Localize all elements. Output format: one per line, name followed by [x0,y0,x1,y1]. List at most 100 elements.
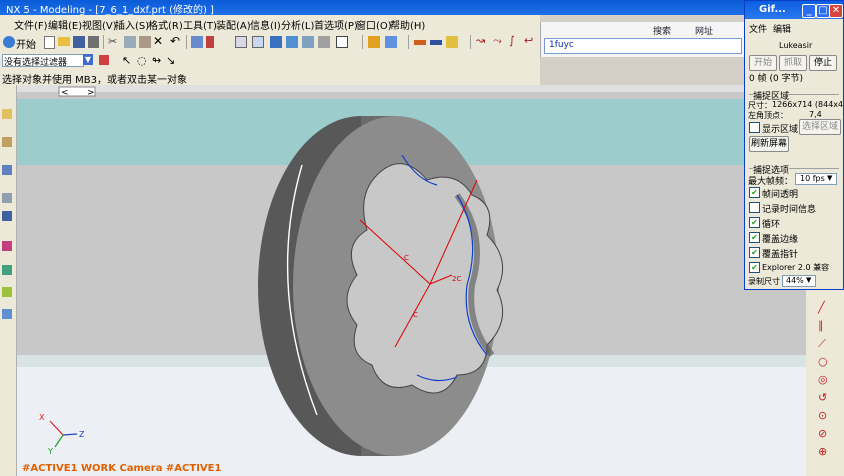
menu-tools[interactable]: 工具(T) [183,17,217,32]
start-button[interactable]: 开始 [16,36,36,51]
fillet-icon[interactable]: ↩ [524,35,536,47]
gif-menu-edit[interactable]: 编辑 [773,22,791,35]
parallel-icon[interactable]: ∥ [818,320,830,332]
pointer-icon[interactable]: ↘ [166,55,178,67]
option-checkbox-0[interactable]: ✔ [749,187,760,198]
arc-icon[interactable]: ⤳ [493,35,505,47]
option-checkbox-5[interactable]: ✔ [749,262,760,273]
menu-info[interactable]: 信息(I) [250,17,281,32]
spline-icon[interactable]: ∫ [509,35,521,47]
offset-icon[interactable]: ↺ [818,392,830,404]
gif-stop-button[interactable]: 停止 [809,55,837,71]
cut-icon[interactable]: ✂ [108,36,120,48]
chevron-down-icon[interactable]: ▼ [83,54,93,65]
svg-text:<: < [61,88,69,98]
search-label[interactable]: 搜索 [653,24,671,37]
graphics-window[interactable]: < > C C 2C X Y Z [17,85,806,476]
gif-start-button[interactable]: 开始 [749,55,777,71]
view-orient-icon[interactable] [302,36,314,48]
ellipse-icon[interactable]: ◎ [818,374,830,386]
select-filter-icon[interactable] [99,55,109,65]
snap-icon[interactable] [368,36,380,48]
curve-icon[interactable]: ↝ [476,35,488,47]
close-icon[interactable]: ✕ [829,4,843,18]
line-icon[interactable]: ╱ [818,302,830,314]
web-label[interactable]: 网址 [695,24,713,37]
palette-icon[interactable] [2,241,12,251]
render-icon[interactable] [286,36,298,48]
select-all-icon[interactable]: ↖ [122,55,134,67]
analysis-icon[interactable] [430,40,442,45]
chamfer-icon[interactable]: ⟋ [818,338,830,350]
reuse-library-icon[interactable] [2,165,12,175]
zoom-icon[interactable] [252,36,264,48]
menu-view[interactable]: 视图(V) [82,17,117,32]
measure-icon[interactable] [414,40,426,45]
shaded-icon[interactable] [270,36,282,48]
highlight-icon[interactable] [446,36,458,48]
history-icon[interactable] [2,193,12,203]
maximize-icon[interactable]: □ [816,4,830,18]
option-checkbox-3[interactable]: ✔ [749,232,760,243]
part-navigator-icon[interactable] [2,137,12,147]
display-icon[interactable] [336,36,348,48]
option-label-3: 覆盖边缘 [762,235,799,245]
resource-bar [0,85,17,476]
menu-format[interactable]: 格式(R) [148,17,183,32]
menu-bar: 文件(F) 编辑(E) 视图(V) 插入(S) 格式(R) 工具(T) 装配(A… [0,15,540,32]
triad-z-label: Z [79,430,85,439]
layer-icon[interactable] [318,36,330,48]
address-bar[interactable]: 1fuyc [544,38,742,54]
cue-text: 选择对象并使用 MB3，或者双击某一对象 [2,75,188,86]
roles-icon[interactable] [2,287,12,297]
menu-insert[interactable]: 插入(S) [115,17,149,32]
minimize-icon[interactable]: _ [802,4,816,18]
delete-icon[interactable]: ✕ [153,35,165,47]
extend-icon[interactable]: ⊘ [818,428,830,440]
menu-help[interactable]: 帮助(H) [390,17,425,32]
record-size-dropdown[interactable]: 44% ▼ [782,275,816,287]
selection-filter-dropdown[interactable]: 没有选择过滤器 [2,54,84,68]
option-label-1: 记录时间信息 [762,205,817,215]
menu-analysis[interactable]: 分析(L) [281,17,314,32]
menu-file[interactable]: 文件(F) [14,17,48,32]
fit-icon[interactable] [235,36,247,48]
max-fps-dropdown[interactable]: 10 fps ▼ [795,173,837,185]
mirror-icon[interactable]: ⊕ [818,446,830,458]
dim-label-1: C [404,254,409,262]
separator [408,35,409,49]
undo-icon[interactable]: ↶ [170,35,182,47]
option-checkbox-1[interactable] [749,202,760,213]
model-view: < > C C 2C X Y Z [17,85,806,476]
menu-window[interactable]: 窗口(O) [356,17,392,32]
paste-icon[interactable] [139,36,151,48]
gif-menu-file[interactable]: 文件 [749,22,767,35]
assembly-navigator-icon[interactable] [2,109,12,119]
refresh-screen-button[interactable]: 刷新屏幕 [749,136,789,152]
save-icon[interactable] [73,36,85,48]
edit-icon[interactable] [191,36,203,48]
menu-edit[interactable]: 编辑(E) [48,17,82,32]
select-icon[interactable] [385,36,397,48]
open-folder-icon[interactable] [58,37,70,46]
start-icon [3,36,15,48]
show-region-checkbox[interactable] [749,122,760,133]
select-region-button[interactable]: 选择区域 [799,119,841,135]
process-studio-icon[interactable] [2,265,12,275]
dropdown-tool-icon[interactable] [206,36,214,48]
menu-assembly[interactable]: 装配(A) [216,17,251,32]
option-checkbox-2[interactable]: ✔ [749,217,760,228]
pan-icon[interactable]: ↬ [152,55,164,67]
new-file-icon[interactable] [44,36,55,49]
menu-preferences[interactable]: 首选项(P) [314,17,358,32]
print-icon[interactable] [88,36,99,48]
trim-icon[interactable]: ⊙ [818,410,830,422]
gif-capture-button[interactable]: 抓取 [779,55,807,71]
system-materials-icon[interactable] [2,309,12,319]
copy-icon[interactable] [124,36,136,48]
window-title: NX 5 - Modeling - [7_6_1_dxf.prt (修改的) ] [6,5,214,16]
option-checkbox-4[interactable]: ✔ [749,247,760,258]
circle-icon[interactable]: ○ [818,356,830,368]
rotate-icon[interactable]: ◌ [137,55,149,67]
web-browser-icon[interactable] [2,211,12,221]
